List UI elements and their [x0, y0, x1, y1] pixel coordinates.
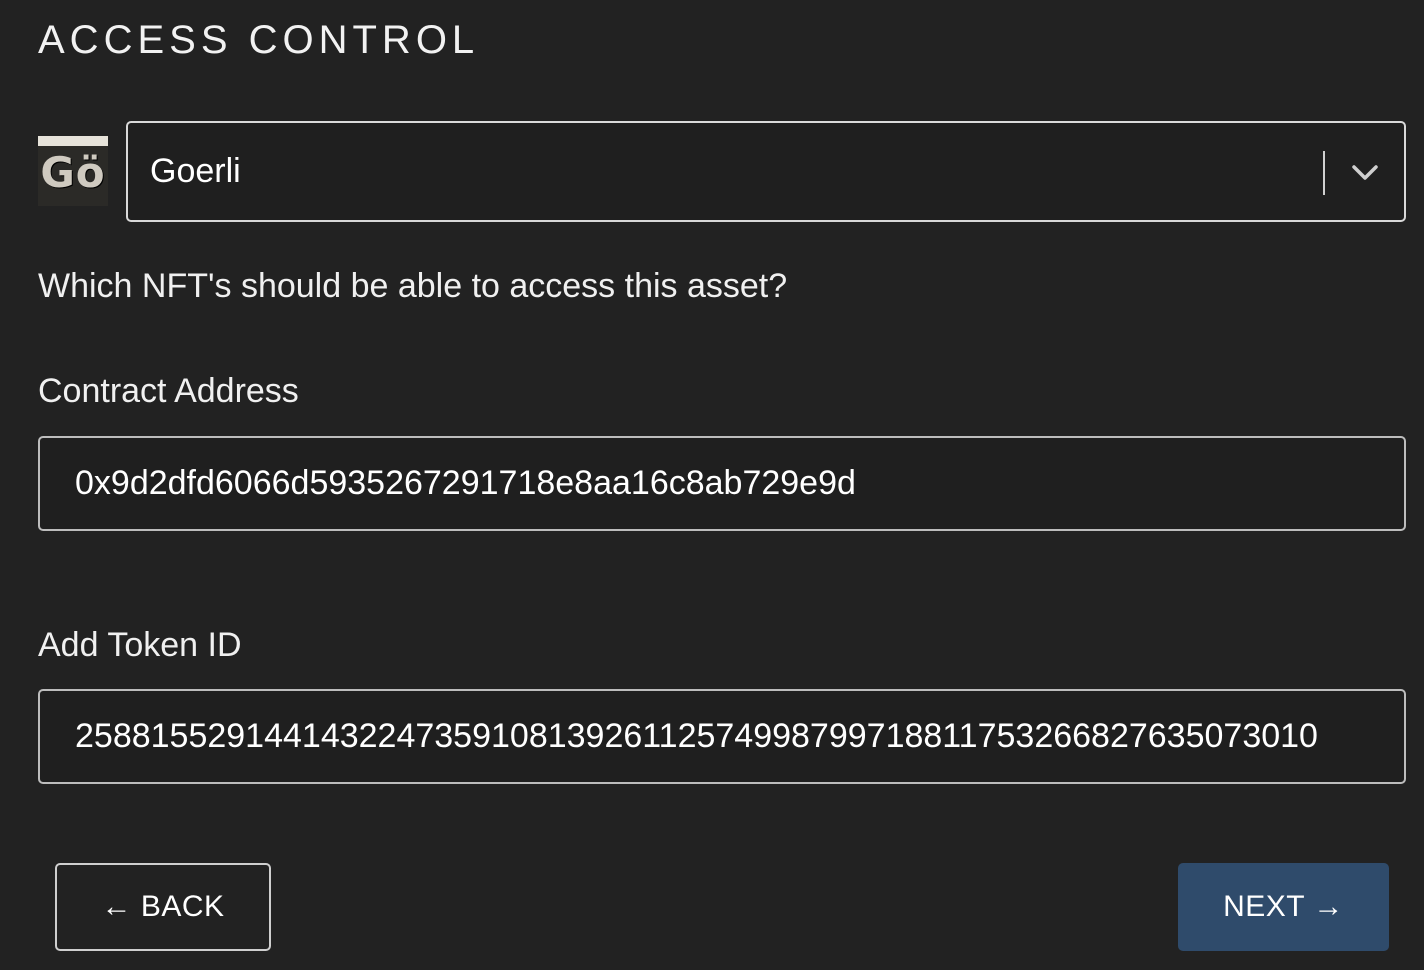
goerli-network-logo: Gö — [38, 136, 108, 206]
network-select-value: Goerli — [150, 152, 241, 190]
contract-address-input[interactable] — [40, 438, 1404, 529]
next-button[interactable]: NEXT → — [1178, 863, 1389, 951]
token-id-input[interactable] — [40, 691, 1404, 782]
network-select[interactable]: Goerli — [126, 121, 1406, 222]
contract-address-label: Contract Address — [38, 372, 299, 410]
chevron-down-icon[interactable] — [1350, 157, 1380, 187]
nft-access-question: Which NFT's should be able to access thi… — [38, 267, 788, 305]
back-button[interactable]: ← BACK — [55, 863, 271, 951]
token-id-field-wrapper — [38, 689, 1406, 784]
contract-address-field-wrapper — [38, 436, 1406, 531]
logo-text: Gö — [40, 148, 106, 197]
select-divider — [1323, 151, 1325, 195]
token-id-label: Add Token ID — [38, 626, 242, 664]
page-title: ACCESS CONTROL — [38, 18, 480, 62]
access-control-page: ACCESS CONTROL Gö Goerli Which NFT's sho… — [0, 0, 1424, 970]
